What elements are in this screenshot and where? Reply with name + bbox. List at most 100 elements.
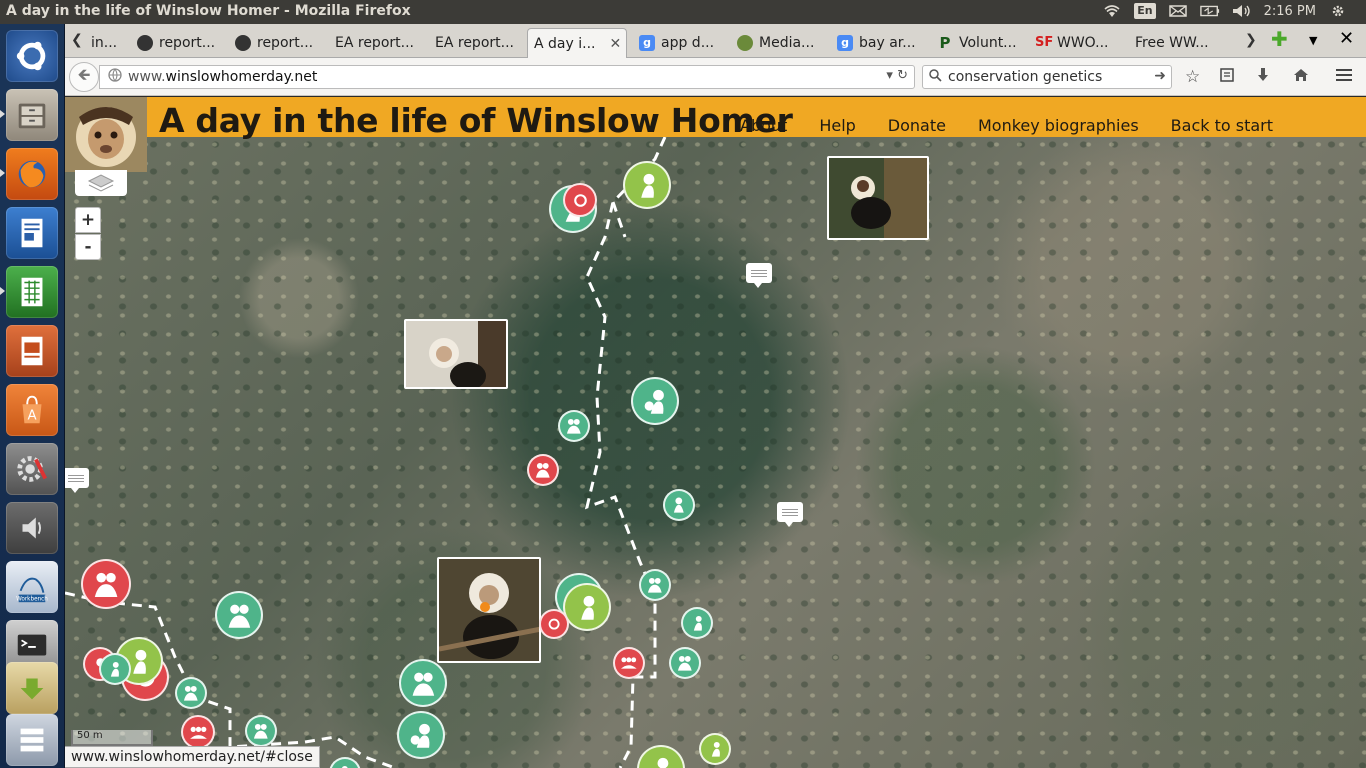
reload-icon[interactable]: ↻ xyxy=(897,68,908,83)
monkey-activity-marker[interactable] xyxy=(81,559,131,609)
tab-8[interactable]: g bay ar... xyxy=(831,28,927,58)
zoom-out-button[interactable]: - xyxy=(75,234,101,260)
files-icon[interactable] xyxy=(6,89,58,141)
wifi-icon[interactable] xyxy=(1102,3,1122,19)
tab-2[interactable]: report... xyxy=(229,28,325,58)
nav-back-to-start-link[interactable]: Back to start xyxy=(1171,116,1273,135)
workspace-switcher-icon[interactable] xyxy=(6,714,58,766)
monkey-activity-marker[interactable] xyxy=(558,410,590,442)
navigation-toolbar: 🡸 www.winslowhomerday.net ▾ ↻ conservati… xyxy=(65,58,1366,96)
home-icon[interactable] xyxy=(1293,67,1309,88)
monkey-activity-marker[interactable] xyxy=(397,711,445,759)
tab-label: WWO... xyxy=(1057,35,1109,51)
tab-4[interactable]: EA report... xyxy=(429,28,525,58)
monkey-activity-marker[interactable] xyxy=(99,653,131,685)
monkey-activity-marker[interactable] xyxy=(563,183,597,217)
unity-launcher: A Workbench xyxy=(0,24,65,768)
tab-list-dropdown-icon[interactable]: ▼ xyxy=(1309,34,1317,47)
layers-control[interactable] xyxy=(75,170,127,196)
monkey-activity-marker[interactable] xyxy=(663,489,695,521)
reading-list-icon[interactable] xyxy=(1219,67,1235,88)
tab-3[interactable]: EA report... xyxy=(329,28,425,58)
zoom-in-button[interactable]: + xyxy=(75,207,101,233)
tab-scroll-right-icon[interactable]: ❯ xyxy=(1245,32,1257,48)
monkey-photo-thumbnail[interactable] xyxy=(827,156,929,240)
monkey-activity-marker[interactable] xyxy=(699,733,731,765)
monkey-photo-thumbnail[interactable] xyxy=(404,319,508,389)
libreoffice-writer-icon[interactable] xyxy=(6,207,58,259)
monkey-photo-thumbnail[interactable] xyxy=(437,557,541,663)
update-manager-icon[interactable] xyxy=(6,662,58,714)
hamburger-menu-icon[interactable] xyxy=(1335,67,1353,88)
firefox-icon[interactable] xyxy=(6,148,58,200)
monkey-activity-marker[interactable] xyxy=(563,583,611,631)
downloads-icon[interactable] xyxy=(1255,67,1271,88)
monkey-activity-marker[interactable] xyxy=(175,677,207,709)
comment-bubble-icon[interactable] xyxy=(65,468,89,493)
nav-donate-link[interactable]: Donate xyxy=(888,116,946,135)
search-input[interactable]: conservation genetics xyxy=(948,69,1102,85)
tab-7[interactable]: Media... xyxy=(731,28,827,58)
globe-icon xyxy=(108,68,122,86)
monkey-activity-marker[interactable] xyxy=(539,609,569,639)
software-center-icon[interactable]: A xyxy=(6,384,58,436)
google-icon: g xyxy=(639,35,655,51)
monkey-logo-image[interactable] xyxy=(65,97,147,172)
back-button[interactable]: 🡸 xyxy=(69,62,99,92)
comment-bubble-icon[interactable] xyxy=(746,263,772,288)
window-title: A day in the life of Winslow Homer - Moz… xyxy=(6,3,411,19)
github-icon xyxy=(137,35,153,51)
nav-monkey-biographies-link[interactable]: Monkey biographies xyxy=(978,116,1139,135)
monkey-activity-marker[interactable] xyxy=(613,647,645,679)
monkey-activity-marker[interactable] xyxy=(215,591,263,639)
monkey-activity-marker[interactable] xyxy=(527,454,559,486)
system-settings-icon[interactable] xyxy=(6,443,58,495)
monkey-activity-marker[interactable] xyxy=(399,659,447,707)
monkey-activity-marker[interactable] xyxy=(681,607,713,639)
history-dropdown-icon[interactable]: ▾ xyxy=(886,68,893,83)
tab-scroll-left-icon[interactable]: ❮ xyxy=(71,32,83,48)
tab-9[interactable]: P Volunt... xyxy=(931,28,1027,58)
libreoffice-impress-icon[interactable] xyxy=(6,325,58,377)
battery-icon[interactable] xyxy=(1199,3,1220,19)
monkey-activity-marker[interactable] xyxy=(669,647,701,679)
tab-label: Free WW... xyxy=(1135,35,1209,51)
map-scale-bar: 50 m xyxy=(71,730,153,746)
tab-1[interactable]: report... xyxy=(131,28,227,58)
ubuntu-dash-icon[interactable] xyxy=(6,30,58,82)
tab-11[interactable]: Free WW... xyxy=(1129,28,1229,58)
tab-label: Media... xyxy=(759,35,815,51)
clock[interactable]: 2:16 PM xyxy=(1264,4,1316,19)
volume-icon[interactable] xyxy=(1232,3,1252,19)
power-gear-icon[interactable] xyxy=(1328,3,1348,19)
new-tab-plus-icon[interactable]: ✚ xyxy=(1271,27,1288,51)
bookmark-star-icon[interactable]: ☆ xyxy=(1185,67,1200,87)
mail-icon[interactable] xyxy=(1168,3,1188,19)
monkey-activity-marker[interactable] xyxy=(639,569,671,601)
tab-close-icon[interactable]: ✕ xyxy=(609,36,621,52)
monkey-activity-marker[interactable] xyxy=(623,161,671,209)
search-go-icon[interactable]: ➜ xyxy=(1154,68,1166,84)
files-running-indicator xyxy=(0,110,5,118)
url-controls: ▾ ↻ xyxy=(886,68,908,83)
layers-icon xyxy=(87,174,115,192)
mysql-workbench-icon[interactable]: Workbench xyxy=(6,561,58,613)
site-title[interactable]: A day in the life of Winslow Homer xyxy=(159,101,793,140)
svg-text:Workbench: Workbench xyxy=(16,596,48,602)
status-bar-link-preview: www.winslowhomerday.net/#close xyxy=(65,746,320,768)
nav-about-link[interactable]: About xyxy=(740,116,787,135)
comment-bubble-icon[interactable] xyxy=(777,502,803,527)
search-bar[interactable]: conservation genetics ➜ xyxy=(922,65,1172,89)
tab-active[interactable]: A day i... ✕ xyxy=(527,28,627,58)
window-close-icon[interactable]: ✕ xyxy=(1339,28,1354,49)
url-bar[interactable]: www.winslowhomerday.net ▾ ↻ xyxy=(99,65,915,89)
monkey-activity-marker[interactable] xyxy=(631,377,679,425)
monkey-activity-marker[interactable] xyxy=(181,715,215,749)
keyboard-layout-indicator[interactable]: En xyxy=(1134,3,1156,19)
nav-help-link[interactable]: Help xyxy=(819,116,855,135)
tab-6[interactable]: g app d... xyxy=(633,28,729,58)
libreoffice-calc-icon[interactable] xyxy=(6,266,58,318)
monkey-activity-marker[interactable] xyxy=(245,715,277,747)
sound-settings-icon[interactable] xyxy=(6,502,58,554)
tab-10[interactable]: SF WWO... xyxy=(1029,28,1125,58)
